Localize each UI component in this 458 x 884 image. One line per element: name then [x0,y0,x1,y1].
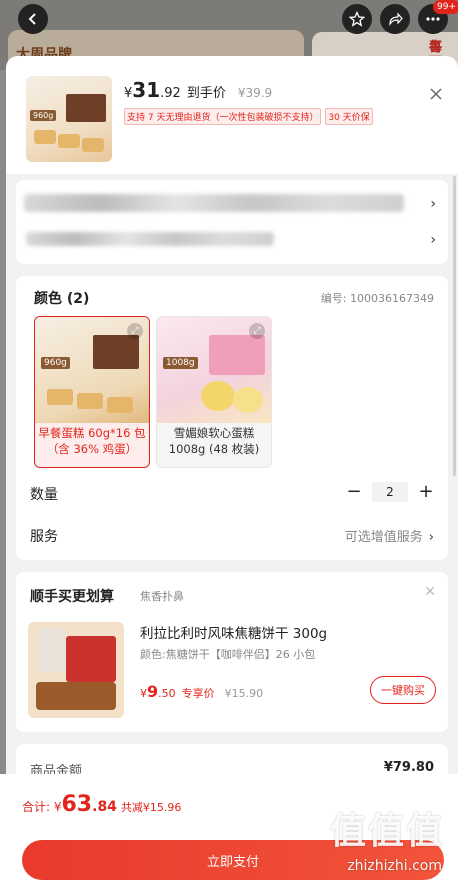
bundle-image-pack [38,628,66,672]
bundle-original-price: ¥15.90 [224,687,264,700]
star-icon[interactable] [342,4,372,34]
option-cake [233,387,263,413]
option-cake [201,381,235,411]
bundle-product-image[interactable] [28,622,124,718]
option-box [93,335,139,369]
total-price: 合计: ¥ 63 .84 共减¥15.96 [22,792,181,817]
bundle-product-spec: 颜色:焦糖饼干【咖啡伴侣】26 小包 [140,648,316,661]
option-label: 早餐蛋糕 60g*16 包（含 36% 鸡蛋） [38,426,146,456]
total-label: 合计: ¥ [22,800,62,814]
bundle-subtitle: 焦香扑鼻 [140,590,184,603]
option-cake [47,389,73,405]
total-integer: 63 [61,792,93,817]
quantity-stepper: − 2 + [346,482,434,502]
bundle-image-box [66,636,116,682]
watermark-url: zhizhizhi.com [347,858,442,874]
total-decimal: .84 [92,799,117,815]
bundle-card: 顺手买更划算 焦香扑鼻 ✕ 利拉比利时风味焦糖饼干 300g 颜色:焦糖饼干【咖… [16,572,448,732]
bundle-price: ¥9.50 [140,682,176,701]
return-policy-tag: 支持 7 天无理由退货（一次性包装破损不支持） [124,108,322,125]
sheet-header: 960g ¥31.92 到手价 ¥39.9 支持 7 天无理由退货（一次性包装破… [6,56,458,174]
price-integer: 31 [132,78,161,102]
bundle-price-decimal: .50 [158,687,176,700]
bundle-product-name[interactable]: 利拉比利时风味焦糖饼干 300g [140,622,327,642]
bundle-price-currency: ¥ [140,687,147,700]
zoom-icon[interactable]: ⤢ [249,323,265,339]
current-price: ¥31.92 [124,78,181,102]
share-icon[interactable] [380,4,410,34]
thumb-cake [82,138,104,152]
blurred-address-line [24,194,404,212]
service-selector[interactable]: 可选增值服务 › [345,526,434,545]
spec-option-snow-cake[interactable]: 1008g ⤢ 雪媚娘软心蛋糕 1008g (48 枚装) [156,316,272,468]
service-value: 可选增值服务 [344,530,423,545]
product-thumbnail[interactable]: 960g [26,76,112,162]
spec-option-breakfast-cake[interactable]: 960g ⤢ 早餐蛋糕 60g*16 包（含 36% 鸡蛋） [34,316,150,468]
spec-selection-sheet: 960g ¥31.92 到手价 ¥39.9 支持 7 天无理由退货（一次性包装破… [6,56,458,884]
product-code: 编号: 100036167349 [320,292,434,305]
checkout-footer: 合计: ¥ 63 .84 共减¥15.96 立即支付 值值值 zhizhizhi… [0,774,458,884]
address-card[interactable]: › › [16,180,448,264]
scrollbar[interactable] [453,176,456,476]
total-savings: 共减¥15.96 [120,801,182,814]
service-tags: 支持 7 天无理由退货（一次性包装破损不支持） 30 天价保 [124,108,373,125]
watermark-logo: 值值值 [329,811,444,852]
option-cake [107,397,133,413]
chevron-right-icon[interactable]: › [430,196,436,212]
thumb-cake [58,134,80,148]
price-row: ¥31.92 到手价 ¥39.9 [124,78,272,102]
option-weight-tag: 960g [41,357,70,369]
quantity-input[interactable]: 2 [372,482,408,502]
back-arrow-icon[interactable] [18,4,48,34]
option-box [209,335,265,375]
color-section-title: 颜色 (2) [34,291,90,307]
bundle-title: 顺手买更划算 [30,589,114,605]
bundle-image-biscuits [36,682,116,710]
option-label: 雪媚娘软心蛋糕 1008g (48 枚装) [168,426,260,456]
thumb-box [66,94,106,122]
one-click-buy-button[interactable]: 一键购买 [370,676,436,704]
quantity-label: 数量 [30,487,58,503]
chevron-right-icon[interactable]: › [430,232,436,248]
original-price: ¥39.9 [237,86,273,100]
option-weight-tag: 1008g [163,357,198,369]
option-cake [77,393,103,409]
zoom-icon[interactable]: ⤢ [127,323,143,339]
bundle-price-integer: 9 [147,682,159,701]
thumb-weight-tag: 960g [30,110,57,121]
blurred-delivery-line [26,232,274,246]
price-decimal: .92 [160,86,181,101]
close-icon[interactable] [430,84,442,105]
spec-card: 颜色 (2) 编号: 100036167349 960g ⤢ 早餐蛋糕 60g*… [16,276,448,560]
price-protect-tag: 30 天价保 [325,108,373,125]
notification-badge: 99+ [433,0,458,14]
close-icon[interactable]: ✕ [424,584,436,600]
service-label: 服务 [30,529,58,545]
amount-value: ¥79.80 [383,760,434,775]
price-label: 到手价 [186,86,226,101]
minus-button[interactable]: − [346,483,362,501]
thumb-cake [34,130,56,144]
chevron-right-icon: › [428,530,434,545]
bundle-price-row: ¥9.50 专享价 ¥15.90 [140,682,263,701]
plus-button[interactable]: + [418,483,434,501]
bundle-price-label: 专享价 [181,687,215,700]
